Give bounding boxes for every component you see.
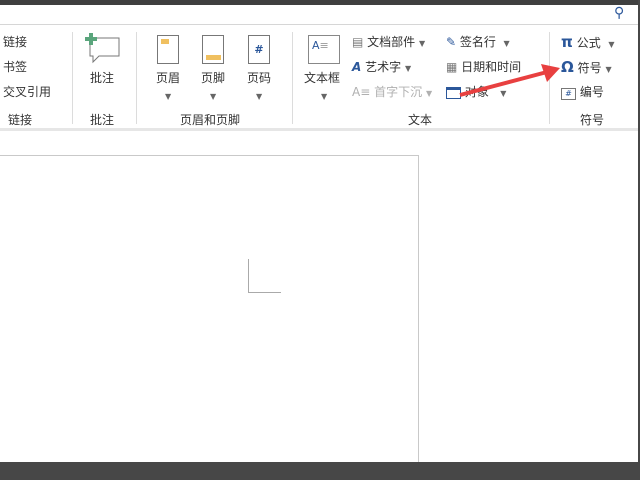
page-number-icon: # [248, 35, 270, 64]
share-person-icon[interactable]: ⚲ [614, 5, 624, 21]
drop-cap-button[interactable]: A≡ 首字下沉 ▼ [352, 85, 432, 101]
quick-parts-button[interactable]: ▤ 文档部件 ▼ [352, 35, 425, 51]
pi-icon: π [561, 33, 573, 51]
link-button[interactable]: 链接 [3, 35, 27, 49]
group-separator [72, 32, 73, 124]
group-separator [136, 32, 137, 124]
textbox-label: 文本框 [304, 71, 341, 85]
footer-icon [202, 35, 224, 64]
drop-cap-icon: A≡ [352, 85, 371, 99]
signature-line-button[interactable]: ✎ 签名行 ▼ [446, 35, 510, 51]
numbering-button[interactable]: # 编号 [561, 85, 604, 100]
group-label-text: 文本 [408, 113, 433, 127]
symbol-label: 符号 [577, 61, 602, 75]
red-arrow-annotation [459, 64, 560, 97]
group-label-symbols: 符号 [580, 113, 605, 127]
comment-label: 批注 [90, 71, 115, 85]
title-bar [0, 0, 640, 5]
header-icon [157, 35, 179, 64]
page-number-label: 页码 [247, 71, 272, 85]
quick-parts-icon: ▤ [352, 35, 364, 49]
cross-reference-button[interactable]: 交叉引用 [3, 85, 51, 99]
wordart-label: 艺术字 [365, 60, 402, 74]
group-separator [292, 32, 293, 124]
symbol-button[interactable]: Ω 符号 ▼ [561, 60, 612, 77]
equation-label: 公式 [576, 36, 601, 50]
quick-parts-label: 文档部件 [367, 35, 416, 49]
wordart-button[interactable]: A 艺术字 ▼ [352, 60, 411, 76]
chevron-down-icon: ▼ [165, 92, 172, 101]
signature-line-icon: ✎ [446, 35, 457, 49]
textbox-icon: A≡ [308, 35, 340, 64]
equation-button[interactable]: π 公式 ▼ [561, 35, 615, 52]
chevron-down-icon: ▼ [321, 92, 328, 101]
ribbon-divider [0, 24, 640, 25]
signature-line-label: 签名行 [459, 35, 496, 49]
status-bar [0, 462, 640, 480]
bookmark-button[interactable]: 书签 [3, 60, 27, 74]
group-label-header-footer: 页眉和页脚 [180, 113, 241, 127]
group-label-links: 链接 [8, 113, 33, 127]
wordart-icon: A [352, 60, 362, 74]
document-page[interactable] [0, 155, 419, 475]
chevron-down-icon: ▼ [256, 92, 263, 101]
footer-label: 页脚 [201, 71, 226, 85]
ribbon-bottom-border [0, 128, 640, 131]
header-label: 页眉 [156, 71, 181, 85]
group-label-comments: 批注 [90, 113, 115, 127]
numbering-label: 编号 [579, 85, 604, 99]
chevron-down-icon: ▼ [210, 92, 217, 101]
margin-corner-mark [248, 259, 281, 293]
drop-cap-label: 首字下沉 [374, 85, 423, 99]
comment-icon [85, 33, 120, 64]
